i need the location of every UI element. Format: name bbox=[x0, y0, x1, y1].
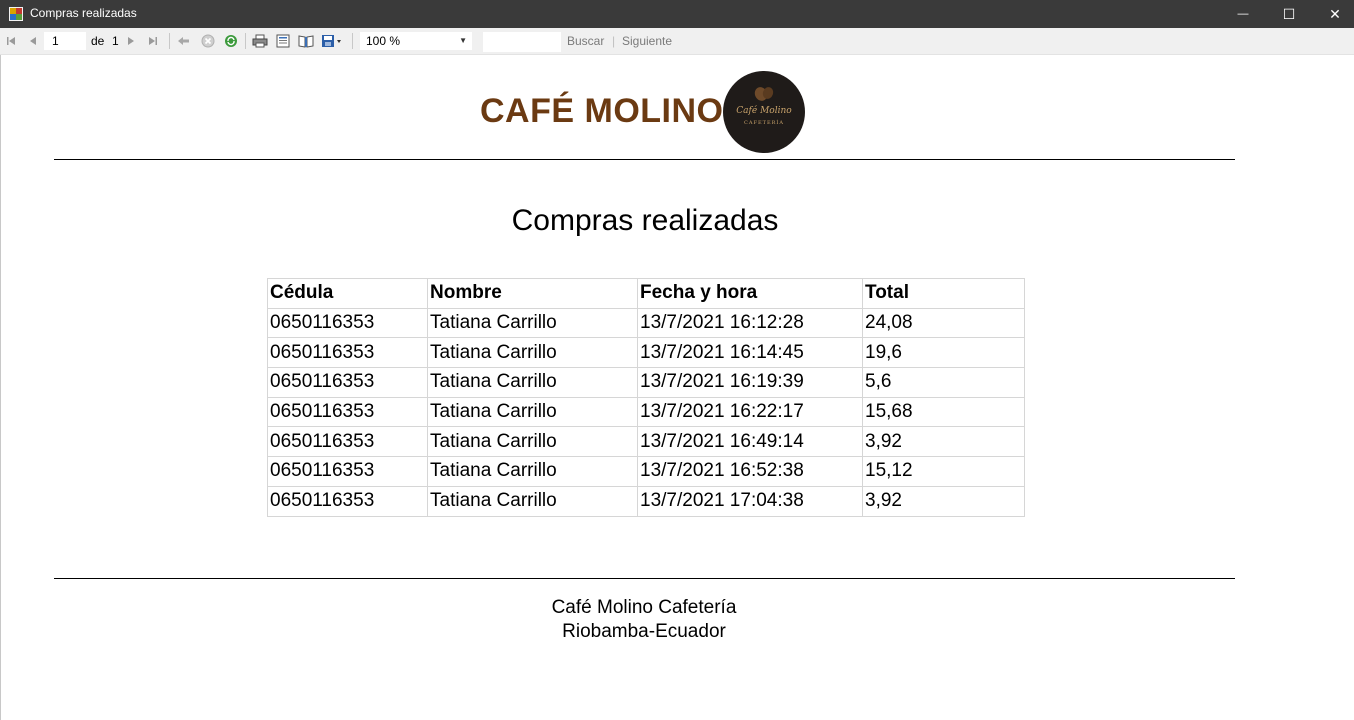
window-title: Compras realizadas bbox=[30, 6, 137, 20]
table-row: 0650116353 Tatiana Carrillo 13/7/2021 16… bbox=[267, 456, 1025, 487]
cell-fecha: 13/7/2021 16:52:38 bbox=[637, 456, 863, 487]
table-row: 0650116353 Tatiana Carrillo 13/7/2021 16… bbox=[267, 367, 1025, 398]
cell-cedula: 0650116353 bbox=[267, 396, 428, 428]
search-input[interactable] bbox=[483, 32, 561, 52]
footer-location: Riobamba-Ecuador bbox=[562, 621, 726, 642]
current-page-input[interactable] bbox=[44, 32, 86, 50]
title-bar: Compras realizadas — ☐ ✕ bbox=[0, 0, 1354, 28]
first-page-button[interactable] bbox=[2, 28, 20, 54]
cell-nombre: Tatiana Carrillo bbox=[427, 485, 638, 517]
cell-total: 15,68 bbox=[862, 396, 1025, 428]
export-icon bbox=[322, 35, 341, 47]
cell-nombre: Tatiana Carrillo bbox=[427, 396, 638, 428]
print-button[interactable] bbox=[251, 28, 269, 54]
cell-nombre: Tatiana Carrillo bbox=[427, 367, 638, 398]
cell-cedula: 0650116353 bbox=[267, 337, 428, 369]
column-header-cedula: Cédula bbox=[267, 278, 428, 309]
cell-nombre: Tatiana Carrillo bbox=[427, 307, 638, 339]
toolbar-separator bbox=[352, 33, 353, 49]
cell-total: 24,08 bbox=[862, 307, 1025, 339]
cell-fecha: 13/7/2021 17:04:38 bbox=[637, 485, 863, 517]
app-icon bbox=[9, 7, 23, 21]
toolbar-separator bbox=[169, 33, 170, 49]
stop-icon bbox=[201, 34, 215, 48]
header-divider bbox=[54, 159, 1235, 160]
cell-cedula: 0650116353 bbox=[267, 485, 428, 517]
table-row: 0650116353 Tatiana Carrillo 13/7/2021 16… bbox=[267, 307, 1025, 339]
chevron-down-icon: ▼ bbox=[459, 36, 467, 45]
previous-page-button[interactable] bbox=[24, 28, 42, 54]
page-setup-icon bbox=[298, 35, 314, 48]
cell-nombre: Tatiana Carrillo bbox=[427, 337, 638, 369]
cell-total: 3,92 bbox=[862, 485, 1025, 517]
cell-cedula: 0650116353 bbox=[267, 456, 428, 487]
table-row: 0650116353 Tatiana Carrillo 13/7/2021 17… bbox=[267, 485, 1025, 517]
purchases-table: Cédula Nombre Fecha y hora Total 0650116… bbox=[267, 278, 1025, 517]
cell-nombre: Tatiana Carrillo bbox=[427, 426, 638, 458]
last-page-button[interactable] bbox=[144, 28, 162, 54]
cell-fecha: 13/7/2021 16:14:45 bbox=[637, 337, 863, 369]
table-row: 0650116353 Tatiana Carrillo 13/7/2021 16… bbox=[267, 426, 1025, 458]
footer-divider bbox=[54, 578, 1235, 579]
cell-fecha: 13/7/2021 16:49:14 bbox=[637, 426, 863, 458]
maximize-icon: ☐ bbox=[1282, 5, 1296, 22]
cell-cedula: 0650116353 bbox=[267, 307, 428, 339]
cell-total: 15,12 bbox=[862, 456, 1025, 487]
zoom-select[interactable]: 100 % ▼ bbox=[360, 32, 472, 50]
cell-total: 5,6 bbox=[862, 367, 1025, 398]
logo-subtext: CAFETERÍA bbox=[744, 120, 784, 126]
total-pages: 1 bbox=[112, 34, 119, 48]
cell-nombre: Tatiana Carrillo bbox=[427, 456, 638, 487]
link-separator: | bbox=[612, 34, 616, 48]
cell-fecha: 13/7/2021 16:22:17 bbox=[637, 396, 863, 428]
table-header-row: Cédula Nombre Fecha y hora Total bbox=[267, 278, 1025, 309]
find-next-button[interactable]: Siguiente bbox=[622, 34, 672, 48]
column-header-fecha: Fecha y hora bbox=[637, 278, 863, 309]
close-icon: ✕ bbox=[1329, 5, 1341, 22]
back-icon bbox=[178, 37, 189, 45]
print-layout-icon bbox=[276, 34, 290, 48]
report-title: Compras realizadas bbox=[511, 204, 779, 237]
toolbar-separator bbox=[245, 33, 246, 49]
coffee-beans-icon bbox=[754, 87, 774, 101]
export-button[interactable] bbox=[319, 28, 345, 54]
refresh-icon bbox=[225, 35, 237, 47]
print-layout-button[interactable] bbox=[274, 28, 292, 54]
table-row: 0650116353 Tatiana Carrillo 13/7/2021 16… bbox=[267, 396, 1025, 428]
minimize-button[interactable]: — bbox=[1220, 0, 1266, 28]
cell-total: 19,6 bbox=[862, 337, 1025, 369]
page-of-label: de bbox=[91, 34, 105, 48]
next-page-icon bbox=[128, 37, 134, 45]
page-setup-button[interactable] bbox=[297, 28, 315, 54]
next-page-button[interactable] bbox=[122, 28, 140, 54]
cell-fecha: 13/7/2021 16:19:39 bbox=[637, 367, 863, 398]
refresh-button[interactable] bbox=[222, 28, 240, 54]
footer-company-name: Café Molino Cafetería bbox=[551, 597, 737, 618]
find-button[interactable]: Buscar bbox=[567, 34, 604, 48]
cell-cedula: 0650116353 bbox=[267, 426, 428, 458]
column-header-nombre: Nombre bbox=[427, 278, 638, 309]
logo-text: Café Molino bbox=[736, 106, 792, 116]
zoom-value: 100 % bbox=[366, 34, 401, 48]
maximize-button[interactable]: ☐ bbox=[1266, 0, 1312, 28]
back-button[interactable] bbox=[175, 28, 193, 54]
last-page-icon bbox=[149, 37, 157, 45]
minimize-icon: — bbox=[1237, 8, 1249, 20]
first-page-icon bbox=[7, 37, 15, 45]
brand-title: CAFÉ MOLINO bbox=[480, 92, 724, 130]
close-button[interactable]: ✕ bbox=[1312, 0, 1354, 28]
cell-total: 3,92 bbox=[862, 426, 1025, 458]
stop-button[interactable] bbox=[199, 28, 217, 54]
report-toolbar: de 1 100 % ▼ Buscar | Siguiente bbox=[0, 28, 1354, 55]
print-icon bbox=[252, 34, 268, 48]
column-header-total: Total bbox=[862, 278, 1025, 309]
prev-page-icon bbox=[30, 37, 36, 45]
table-row: 0650116353 Tatiana Carrillo 13/7/2021 16… bbox=[267, 337, 1025, 369]
cell-cedula: 0650116353 bbox=[267, 367, 428, 398]
cell-fecha: 13/7/2021 16:12:28 bbox=[637, 307, 863, 339]
brand-logo: Café Molino CAFETERÍA bbox=[723, 71, 805, 153]
